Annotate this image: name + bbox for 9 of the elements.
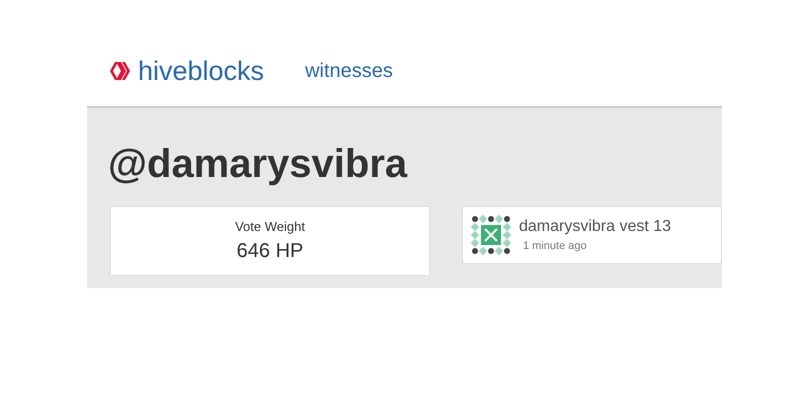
hive-logo-icon [108, 60, 132, 82]
activity-time: 1 minute ago [523, 240, 588, 252]
nav-link[interactable]: witnesses [305, 60, 393, 82]
account-name: @damarysvibra [108, 141, 408, 188]
brand-link[interactable]: hiveblocks [108, 56, 264, 86]
activity-text: damarysvibra vest 13 [519, 218, 672, 236]
vote-weight-label: Vote Weight [235, 219, 305, 234]
identicon-icon [471, 215, 511, 255]
vote-weight-value: 646 HP [236, 240, 304, 263]
